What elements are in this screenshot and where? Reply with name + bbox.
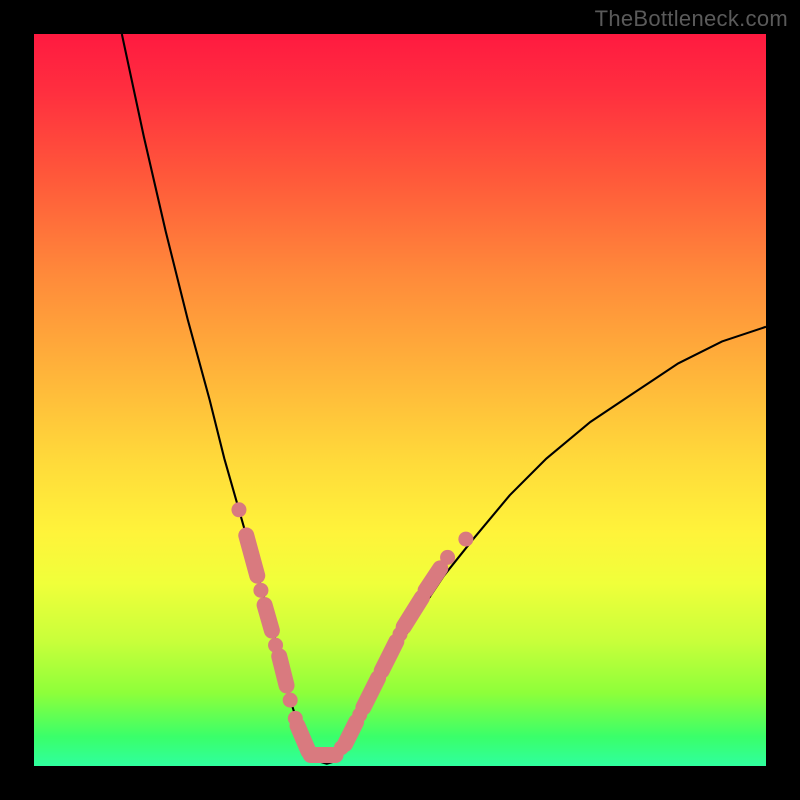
curve-marker-dot (283, 693, 298, 708)
curve-marker-pill (246, 535, 257, 575)
curve-marker-pill (279, 656, 286, 685)
curve-marker-pill (382, 642, 397, 671)
curve-marker-dot (231, 502, 246, 517)
curve-marker-pill (404, 598, 422, 627)
marker-group (231, 502, 473, 755)
frame: TheBottleneck.com (0, 0, 800, 800)
curve-marker-pill (345, 722, 356, 744)
curve-marker-dot (458, 532, 473, 547)
curve-marker-pill (363, 678, 378, 707)
bottleneck-curve (122, 34, 766, 764)
curve-marker-pill (298, 726, 309, 752)
curve-marker-dot (253, 583, 268, 598)
plot-area (34, 34, 766, 766)
curve-marker-pill (265, 605, 272, 631)
watermark-text: TheBottleneck.com (595, 6, 788, 32)
curve-marker-dot (440, 550, 455, 565)
curve-layer (34, 34, 766, 766)
curve-marker-pill (426, 568, 441, 590)
